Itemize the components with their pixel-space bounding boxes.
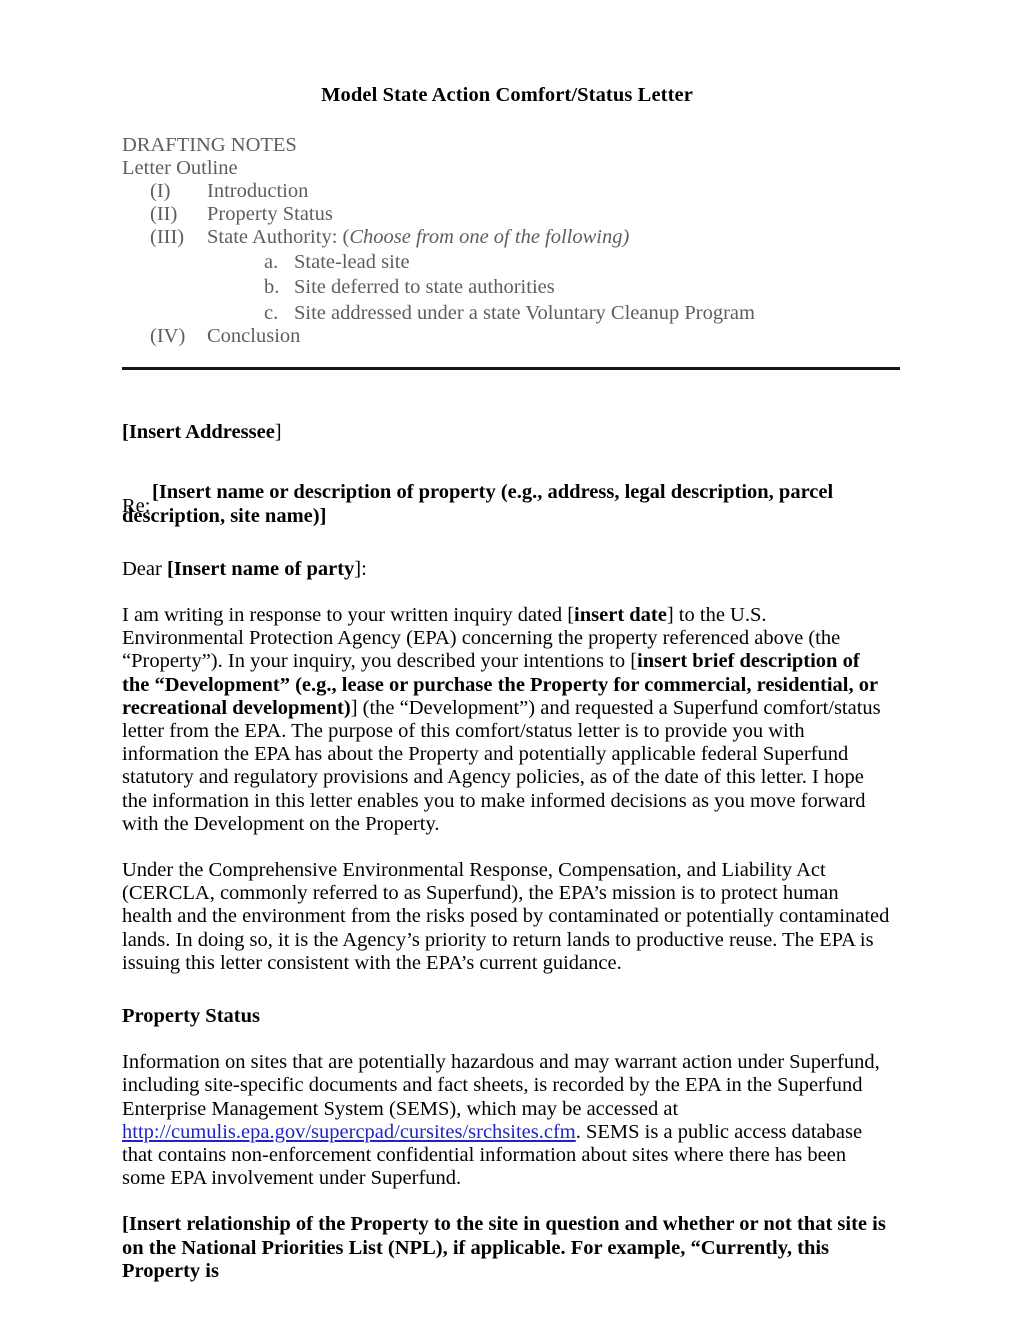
re-value-line1: [Insert name or description of property … xyxy=(152,481,834,504)
outline-label: State Authority: ( xyxy=(207,225,350,248)
outline-sub-marker: a. xyxy=(264,250,279,273)
salutation-line: Dear [Insert name of party]: xyxy=(122,558,892,581)
re-label: Re: xyxy=(122,495,151,518)
letter-outline-list: (I) Introduction (II) Property Status (I… xyxy=(122,180,892,349)
page-content: Model State Action Comfort/Status Letter… xyxy=(122,0,900,1283)
outline-item-iii: (III) State Authority: (Choose from one … xyxy=(122,226,892,249)
outline-subitem-c: c. Site addressed under a state Voluntar… xyxy=(122,302,892,326)
outline-sub-label: Site addressed under a state Voluntary C… xyxy=(294,301,755,324)
salutation-suffix: ]: xyxy=(354,557,367,580)
outline-label-italic: Choose from one of the following) xyxy=(349,225,630,248)
section-divider xyxy=(122,367,900,371)
outline-item-iv: (IV) Conclusion xyxy=(122,325,892,348)
outline-sub-marker: b. xyxy=(264,276,280,299)
addressee-placeholder: [Insert Addressee xyxy=(122,421,275,444)
letter-outline-subheading: Letter Outline xyxy=(122,156,238,179)
paragraph-intro: I am writing in response to your written… xyxy=(122,604,892,836)
outline-marker: (III) xyxy=(150,225,185,248)
drafting-notes-heading: DRAFTING NOTES xyxy=(122,133,297,156)
insert-date-placeholder: insert date xyxy=(574,603,667,626)
outline-subitem-a: a. State-lead site xyxy=(122,251,892,275)
paragraph-intro-part1: I am writing in response to your written… xyxy=(122,603,575,626)
outline-label: Introduction xyxy=(207,179,309,202)
outline-marker: (IV) xyxy=(150,325,186,348)
outline-label: Conclusion xyxy=(207,325,301,348)
salutation-placeholder: [Insert name of party xyxy=(166,557,355,580)
paragraph-cercla: Under the Comprehensive Environmental Re… xyxy=(122,858,890,974)
outline-subitem-b: b. Site deferred to state authorities xyxy=(122,276,892,300)
paragraph-sems: Information on sites that are potentiall… xyxy=(122,1051,892,1190)
outline-sub-label: Site deferred to state authorities xyxy=(294,276,555,299)
paragraph-insert-relationship: [Insert relationship of the Property to … xyxy=(122,1213,886,1282)
re-value-line2: description, site name)] xyxy=(122,504,327,527)
re-block: Re: [Insert name or description of prope… xyxy=(122,481,892,527)
document-page: Model State Action Comfort/Status Letter… xyxy=(0,0,1020,1320)
addressee-line: [Insert Addressee] xyxy=(122,421,892,444)
salutation-prefix: Dear xyxy=(122,557,167,580)
drafting-notes-block: DRAFTING NOTES Letter Outline (I) Introd… xyxy=(122,134,892,349)
outline-label: Property Status xyxy=(207,202,333,225)
outline-marker: (I) xyxy=(150,179,171,202)
sems-database-link[interactable]: http://cumulis.epa.gov/supercpad/cursite… xyxy=(122,1121,576,1143)
outline-sub-label: State-lead site xyxy=(294,250,410,273)
section-heading-property-status: Property Status xyxy=(122,1004,260,1027)
outline-item-i: (I) Introduction xyxy=(122,180,892,203)
re-value: [Insert name or description of property … xyxy=(122,481,892,527)
outline-marker: (II) xyxy=(150,202,178,225)
page-title: Model State Action Comfort/Status Letter xyxy=(321,84,693,106)
paragraph-sems-part1: Information on sites that are potentiall… xyxy=(122,1051,880,1120)
outline-sub-marker: c. xyxy=(264,301,279,324)
outline-item-ii: (II) Property Status xyxy=(122,203,892,226)
addressee-close-bracket: ] xyxy=(274,421,282,444)
